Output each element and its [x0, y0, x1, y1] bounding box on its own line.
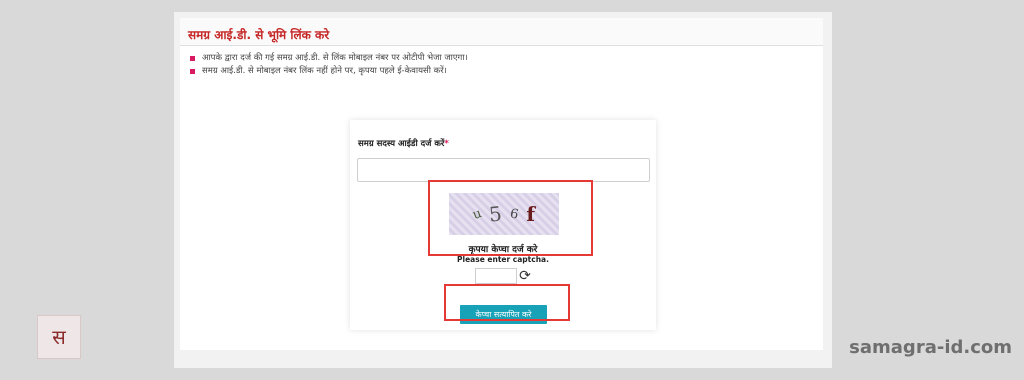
samagra-id-label: समग्र सदस्य आईडी दर्ज करें* [358, 138, 449, 149]
captcha-input[interactable] [475, 268, 517, 284]
button-highlight-box [444, 284, 570, 321]
note-item: आपके द्वारा दर्ज की गई समग्र आई.डी. से ल… [190, 52, 815, 65]
samagra-id-input[interactable] [357, 158, 650, 182]
svg-text:स: स [52, 325, 66, 349]
note-item: समग्र आई.डी. से मोबाइल नंबर लिंक नहीं हो… [190, 65, 815, 78]
bullet-icon [190, 56, 195, 61]
note-text: आपके द्वारा दर्ज की गई समग्र आई.डी. से ल… [202, 53, 468, 63]
page-title: समग्र आई.डी. से भूमि लिंक करे [188, 28, 330, 42]
note-text: समग्र आई.डी. से मोबाइल नंबर लिंक नहीं हो… [202, 66, 447, 76]
samagra-id-label-text: समग्र सदस्य आईडी दर्ज करें [358, 139, 445, 149]
samagra-logo: स [37, 315, 81, 359]
site-watermark: samagra-id.com [849, 337, 1012, 358]
bullet-icon [190, 69, 195, 74]
refresh-icon[interactable]: ⟳ [518, 268, 532, 284]
captcha-hint: Please enter captcha. [457, 255, 549, 264]
notes-list: आपके द्वारा दर्ज की गई समग्र आई.डी. से ल… [180, 46, 823, 78]
captcha-highlight-box [428, 180, 593, 256]
page-header: समग्र आई.डी. से भूमि लिंक करे [180, 18, 823, 46]
required-mark: * [444, 139, 449, 149]
